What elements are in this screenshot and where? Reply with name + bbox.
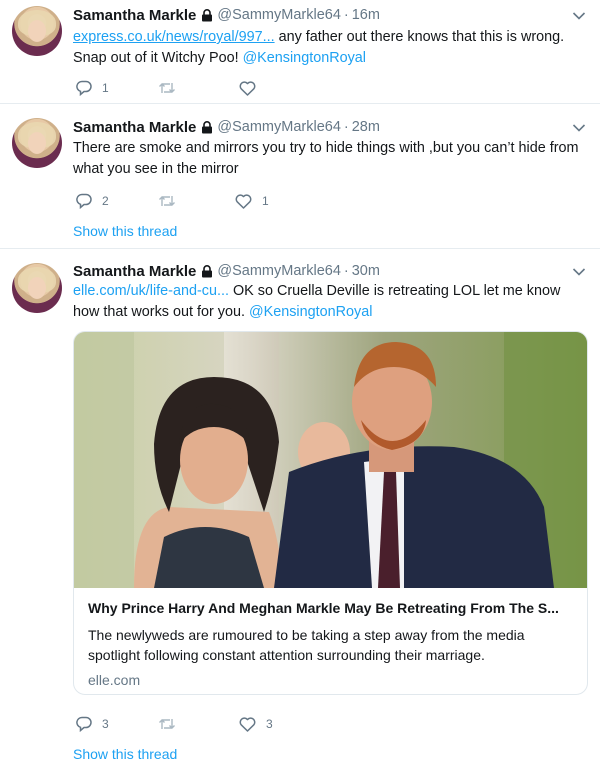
card-domain: elle.com [88, 672, 141, 688]
retweet-button[interactable] [158, 78, 176, 98]
card-image[interactable] [74, 332, 587, 588]
timestamp[interactable]: 28m [352, 119, 380, 135]
separator-dot: · [343, 119, 349, 135]
tweet-header: Samantha Markle @SammyMarkle64 · 28m [73, 117, 380, 137]
reply-count: 2 [102, 194, 109, 208]
retweet-icon [159, 196, 175, 206]
card-title[interactable]: Why Prince Harry And Meghan Markle May B… [88, 600, 575, 616]
show-thread-link[interactable]: Show this thread [73, 223, 177, 239]
retweet-button[interactable] [158, 714, 176, 734]
like-button[interactable]: 1 [235, 191, 269, 211]
tweet-actions: 3 3 [76, 714, 336, 734]
tweet-text: There are smoke and mirrors you try to h… [73, 140, 579, 177]
chevron-down-icon[interactable] [572, 11, 586, 21]
retweet-button[interactable] [158, 191, 176, 211]
avatar[interactable] [12, 118, 62, 168]
tweet-link[interactable]: express.co.uk/news/royal/997... [73, 29, 275, 45]
avatar[interactable] [12, 6, 62, 56]
chevron-down-icon[interactable] [572, 267, 586, 277]
author-handle[interactable]: @SammyMarkle64 [217, 119, 341, 135]
tweet[interactable]: Samantha Markle @SammyMarkle64 · 30m ell… [0, 249, 600, 764]
lock-icon [201, 264, 213, 278]
reply-button[interactable]: 3 [76, 714, 109, 734]
reply-count: 3 [102, 717, 109, 731]
reply-button[interactable]: 2 [76, 191, 109, 211]
author-name[interactable]: Samantha Markle [73, 263, 196, 280]
like-count: 3 [266, 717, 273, 731]
reply-icon [76, 716, 92, 732]
heart-icon [235, 193, 252, 209]
link-card[interactable]: Why Prince Harry And Meghan Markle May B… [73, 331, 588, 695]
author-name[interactable]: Samantha Markle [73, 119, 196, 136]
tweet-link[interactable]: elle.com/uk/life-and-cu... [73, 283, 229, 299]
tweet-actions: 1 [76, 78, 336, 98]
mention-link[interactable]: @KensingtonRoyal [249, 304, 372, 320]
tweet-header: Samantha Markle @SammyMarkle64 · 16m [73, 5, 380, 25]
tweet-text-part: OK so Cruella Deville is retreating LOL … [228, 283, 561, 299]
show-thread-link[interactable]: Show this thread [73, 746, 177, 762]
reply-button[interactable]: 1 [76, 78, 109, 98]
tweet-header: Samantha Markle @SammyMarkle64 · 30m [73, 261, 380, 281]
author-name[interactable]: Samantha Markle [73, 7, 196, 24]
tweet[interactable]: Samantha Markle @SammyMarkle64 · 16m exp… [0, 0, 600, 104]
heart-icon [239, 80, 256, 96]
tweet-text: elle.com/uk/life-and-cu... OK so Cruella… [73, 281, 588, 323]
tweet-text-part: Snap out of it Witchy Poo! [73, 50, 243, 66]
mention-link[interactable]: @KensingtonRoyal [243, 50, 366, 66]
avatar[interactable] [12, 263, 62, 313]
reply-icon [76, 193, 92, 209]
tweet-text-part: how that works out for you. [73, 304, 249, 320]
lock-icon [201, 120, 213, 134]
retweet-icon [159, 719, 175, 729]
card-text[interactable]: Why Prince Harry And Meghan Markle May B… [74, 588, 587, 694]
card-description: The newlyweds are rumoured to be taking … [88, 627, 525, 663]
author-handle[interactable]: @SammyMarkle64 [217, 263, 341, 279]
separator-dot: · [343, 7, 349, 23]
like-button[interactable]: 3 [239, 714, 273, 734]
author-handle[interactable]: @SammyMarkle64 [217, 7, 341, 23]
like-button[interactable] [239, 78, 256, 98]
separator-dot: · [343, 263, 349, 279]
reply-count: 1 [102, 81, 109, 95]
tweet-text-part: any father out there knows that this is … [274, 29, 565, 45]
retweet-icon [159, 83, 175, 93]
tweet-text: express.co.uk/news/royal/997... any fath… [73, 27, 583, 69]
chevron-down-icon[interactable] [572, 123, 586, 133]
like-count: 1 [262, 194, 269, 208]
reply-icon [76, 80, 92, 96]
lock-icon [201, 8, 213, 22]
timestamp[interactable]: 30m [352, 263, 380, 279]
tweet-actions: 2 1 [76, 191, 336, 211]
tweet[interactable]: Samantha Markle @SammyMarkle64 · 28m The… [0, 104, 600, 249]
heart-icon [239, 716, 256, 732]
timestamp[interactable]: 16m [352, 7, 380, 23]
